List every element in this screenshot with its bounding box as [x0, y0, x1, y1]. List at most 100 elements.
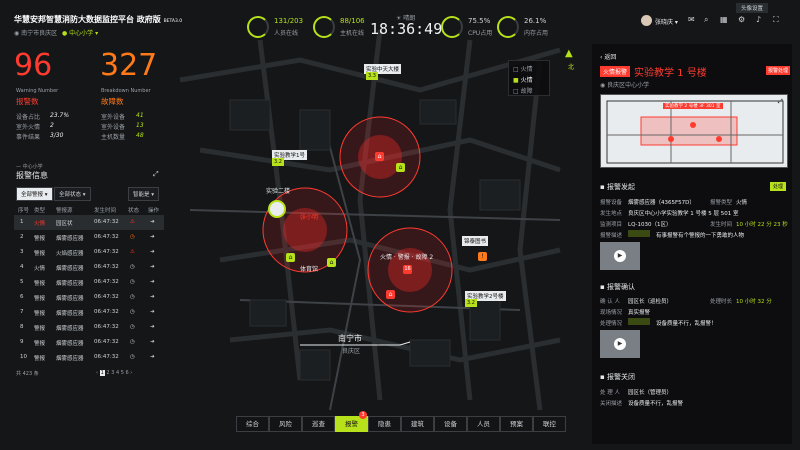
kv-label: 报警描述: [600, 233, 623, 239]
back-button[interactable]: ‹ 返回: [600, 52, 616, 61]
warning-cn: 报警数: [16, 97, 39, 106]
nav-inspection[interactable]: 巡查: [302, 416, 335, 432]
table-row[interactable]: 1 火情 园区状 06:47:32 ⚠ ➜: [14, 215, 164, 230]
map-label[interactable]: 实验二楼: [266, 186, 290, 195]
row-source: 烟雾感应器: [56, 341, 84, 347]
cluster-count-pin[interactable]: 16: [403, 265, 412, 274]
gear-icon[interactable]: ⚙: [738, 15, 745, 24]
person-avatar-marker[interactable]: [268, 200, 286, 218]
row-source: 烟雾感应器: [56, 236, 84, 242]
row-source: 烟雾感应器: [56, 356, 84, 362]
table-row[interactable]: 3 警报 火焰感应器 06:47:32 ⚠ ➜: [14, 245, 164, 260]
map-label[interactable]: 锦泰图书: [462, 236, 489, 246]
school-selector[interactable]: ● 中心小学 ▾: [62, 28, 98, 37]
device-pin[interactable]: ⌂: [396, 163, 405, 172]
page-6[interactable]: 6: [126, 370, 129, 376]
video-thumbnail[interactable]: ▶: [600, 330, 640, 358]
fire-pin[interactable]: ⌂: [386, 290, 395, 299]
row-time: 06:47:32: [94, 219, 119, 225]
breakdown-cn: 故障数: [101, 97, 124, 106]
user-avatar[interactable]: [641, 15, 652, 26]
row-type: 警报: [34, 296, 46, 302]
expand-icon[interactable]: ⤢: [153, 170, 159, 179]
warning-pin[interactable]: !: [478, 252, 487, 261]
table-row[interactable]: 8 警报 烟雾感应器 06:47:32 ◷ ➜: [14, 320, 164, 335]
action-icon[interactable]: ➜: [150, 309, 155, 315]
page-5[interactable]: 5: [121, 370, 124, 376]
filter-smart-select[interactable]: 智能是 ▾: [128, 187, 160, 201]
floor-plan[interactable]: 实验教学 2 号楼 3F 301 室: [600, 94, 788, 168]
memory-ring-icon: [497, 16, 519, 38]
user-name[interactable]: 张晓庆 ▾: [655, 17, 678, 26]
page-4[interactable]: 4: [116, 370, 119, 376]
row-num: 4: [20, 264, 24, 270]
nav-personnel[interactable]: 人员: [467, 416, 500, 432]
clock: 18:36:49: [370, 20, 443, 38]
warning-en: Warning Number: [16, 88, 59, 94]
row-num: 7: [20, 309, 24, 315]
page-2[interactable]: 2: [106, 370, 109, 376]
kv-label: 报警设备: [600, 200, 623, 206]
nav-plan[interactable]: 预案: [500, 416, 533, 432]
action-icon[interactable]: ➜: [150, 264, 155, 270]
filter-status-select[interactable]: 全部状态 ▾: [54, 187, 91, 201]
legend-item[interactable]: ■ 火情: [513, 75, 533, 84]
map-label-count: 3.3: [366, 72, 378, 80]
people-online-label: 人员在线: [274, 30, 299, 37]
play-icon[interactable]: ▶: [614, 250, 626, 262]
building-address: ◉ 良庆区中心小学: [600, 82, 650, 89]
audio-bar[interactable]: [628, 318, 650, 325]
audio-bar[interactable]: [628, 230, 650, 237]
grid-icon[interactable]: ▦: [720, 15, 728, 24]
table-row[interactable]: 9 警报 烟雾感应器 06:47:32 ◷ ➜: [14, 335, 164, 350]
table-row[interactable]: 7 警报 烟雾感应器 06:47:32 ◷ ➜: [14, 305, 164, 320]
table-row[interactable]: 4 火情 烟雾感应器 06:47:32 ◷ ➜: [14, 260, 164, 275]
pagination[interactable]: ‹ 1 2 3 4 5 6 ›: [96, 370, 132, 376]
fullscreen-plan-icon[interactable]: ⤢: [778, 98, 783, 106]
nav-comprehensive[interactable]: 综合: [236, 416, 269, 432]
status-icon: ◷: [130, 294, 135, 300]
kv-value: LQ-1030（1区）: [628, 222, 672, 228]
action-icon[interactable]: ➜: [150, 279, 155, 285]
message-icon[interactable]: ✉: [688, 15, 695, 24]
nav-hazard[interactable]: 隐患: [368, 416, 401, 432]
nav-building[interactable]: 建筑: [401, 416, 434, 432]
table-row[interactable]: 6 警报 烟雾感应器 06:47:32 ◷ ➜: [14, 290, 164, 305]
search-icon[interactable]: ⌕: [704, 15, 708, 25]
filter-type-select[interactable]: 全部警报 ▾: [16, 187, 53, 201]
action-icon[interactable]: ➜: [150, 234, 155, 240]
action-icon[interactable]: ➜: [150, 324, 155, 330]
fire-pin[interactable]: ⌂: [375, 152, 384, 161]
action-icon[interactable]: ➜: [150, 249, 155, 255]
legend-item[interactable]: □ 故障: [513, 86, 533, 95]
page-3[interactable]: 3: [111, 370, 114, 376]
map-label[interactable]: 体育馆: [300, 264, 318, 273]
volume-icon[interactable]: ♪: [756, 15, 761, 24]
table-row[interactable]: 2 警报 烟雾感应器 06:47:32 ◷ ➜: [14, 230, 164, 245]
row-time: 06:47:32: [94, 309, 119, 315]
fullscreen-icon[interactable]: ⛶: [773, 15, 779, 25]
device-pin[interactable]: ⌂: [327, 258, 336, 267]
action-icon[interactable]: ➜: [150, 339, 155, 345]
action-icon[interactable]: ➜: [150, 219, 155, 225]
col-header: 状态: [128, 208, 140, 214]
col-header: 发生时间: [94, 208, 117, 214]
nav-joint-control[interactable]: 联控: [533, 416, 566, 432]
map-cluster-label[interactable]: 火情 · 警报 · 故障 2: [380, 252, 433, 261]
nav-risk[interactable]: 风险: [269, 416, 302, 432]
legend-item[interactable]: □ 火情: [513, 64, 533, 73]
row-time: 06:47:32: [94, 339, 119, 345]
avatar-tooltip: 头像设置: [736, 3, 769, 13]
action-icon[interactable]: ➜: [150, 294, 155, 300]
row-type: 警报: [34, 311, 46, 317]
video-thumbnail[interactable]: ▶: [600, 242, 640, 270]
stat-label: 室外设备: [101, 114, 126, 121]
action-icon[interactable]: ➜: [150, 354, 155, 360]
nav-device[interactable]: 设备: [434, 416, 467, 432]
page-1[interactable]: 1: [99, 370, 105, 376]
table-row[interactable]: 5 警报 烟雾感应器 06:47:32 ◷ ➜: [14, 275, 164, 290]
device-pin[interactable]: ⌂: [286, 253, 295, 262]
play-icon[interactable]: ▶: [614, 338, 626, 350]
building-title: 实验教学 1 号楼: [634, 68, 707, 79]
table-row[interactable]: 10 警报 烟雾感应器 06:47:32 ◷ ➜: [14, 350, 164, 365]
